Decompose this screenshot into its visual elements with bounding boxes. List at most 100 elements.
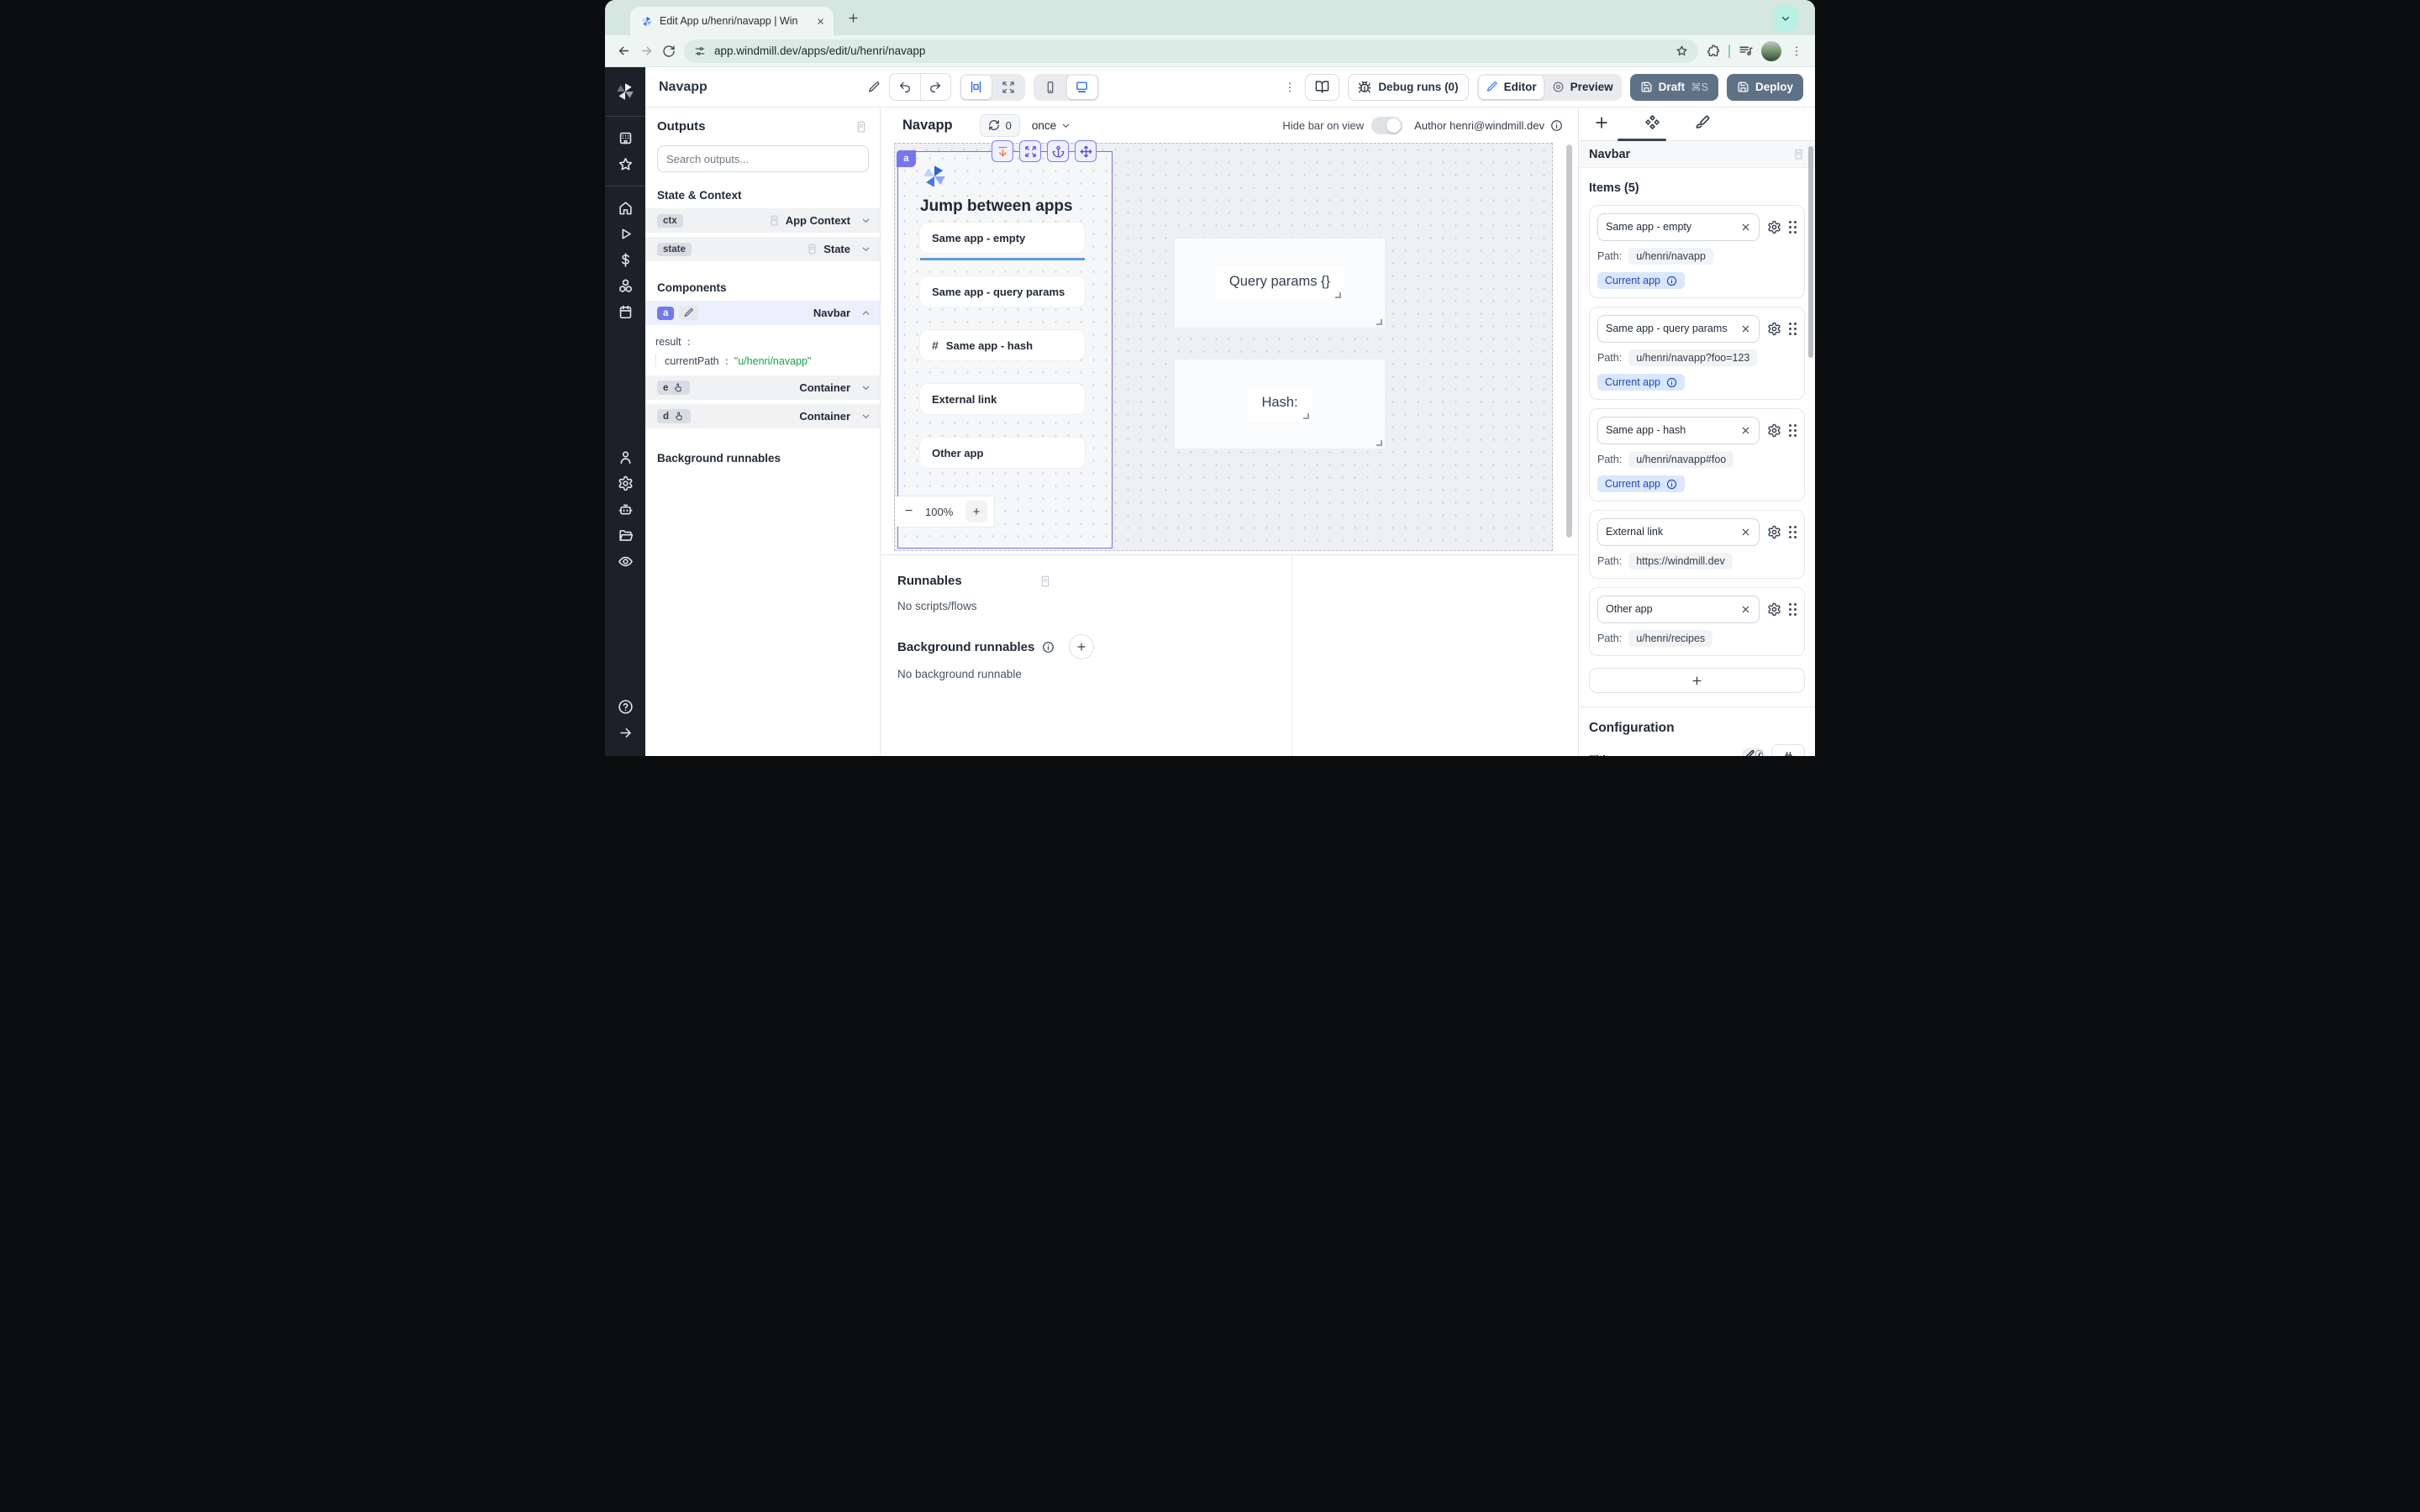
chevron-down-icon[interactable] [860, 215, 871, 226]
fill-height-handle[interactable] [992, 140, 1013, 162]
clear-label-icon[interactable] [1740, 604, 1751, 615]
forward-button[interactable] [639, 44, 654, 58]
pencil-icon[interactable] [679, 306, 698, 320]
canvas-scrollbar[interactable] [1566, 144, 1572, 548]
docs-button[interactable] [1305, 74, 1339, 101]
reload-button[interactable] [662, 45, 676, 58]
chevron-up-icon[interactable] [860, 307, 871, 318]
undo-button[interactable] [890, 74, 920, 100]
rail-home-icon[interactable] [618, 195, 634, 221]
back-button[interactable] [617, 44, 631, 58]
profile-avatar[interactable] [1761, 41, 1781, 61]
component-doc-icon[interactable] [1792, 148, 1805, 160]
output-row-state[interactable]: state State [645, 237, 880, 261]
browser-menu-icon[interactable] [1790, 45, 1803, 58]
mobile-view-button[interactable] [1035, 76, 1065, 99]
rail-workers-icon[interactable] [618, 496, 634, 522]
component-settings-tab[interactable] [1641, 114, 1663, 130]
anchor-handle[interactable] [1047, 140, 1069, 162]
rail-help-icon[interactable] [618, 694, 634, 720]
rail-folders-icon[interactable] [618, 522, 634, 549]
rail-variables-icon[interactable] [618, 247, 634, 273]
item-label-input[interactable]: External link [1597, 518, 1760, 546]
item-path[interactable]: u/henri/navapp#foo [1628, 451, 1733, 468]
rail-favorites-icon[interactable] [618, 151, 634, 177]
query-params-text-component[interactable]: Query params {} [1216, 266, 1344, 301]
output-row-ctx[interactable]: ctx App Context [645, 208, 880, 233]
item-path[interactable]: https://windmill.dev [1628, 553, 1733, 570]
item-settings-icon[interactable] [1767, 525, 1781, 539]
drag-handle-icon[interactable] [1789, 526, 1797, 538]
runnables-doc-icon[interactable] [1039, 575, 1052, 588]
site-settings-icon[interactable] [694, 45, 706, 57]
insert-component-tab[interactable] [1591, 114, 1612, 131]
add-background-runnable-button[interactable] [1069, 634, 1094, 659]
refresh-button[interactable]: 0 [980, 114, 1020, 137]
expand-handle[interactable] [1019, 140, 1041, 162]
debug-runs-button[interactable]: Debug runs (0) [1348, 74, 1468, 101]
clear-label-icon[interactable] [1740, 527, 1751, 538]
nav-item-other-app[interactable]: Other app [920, 438, 1085, 468]
hash-container[interactable]: Hash: [1174, 359, 1386, 449]
more-menu-icon[interactable] [1283, 81, 1297, 94]
item-settings-icon[interactable] [1767, 423, 1781, 438]
clear-label-icon[interactable] [1740, 222, 1751, 233]
nav-item-query-params[interactable]: Same app - query params [920, 276, 1085, 307]
drag-handle-icon[interactable] [1789, 221, 1797, 234]
editor-tab[interactable]: Editor [1479, 76, 1544, 99]
component-row-container-e[interactable]: e Container [645, 375, 880, 400]
resize-corner[interactable] [1376, 440, 1382, 446]
item-path[interactable]: u/henri/recipes [1628, 630, 1712, 647]
item-label-input[interactable]: Same app - query params [1597, 315, 1760, 343]
info-icon[interactable] [1666, 479, 1677, 490]
resize-corner[interactable] [1303, 413, 1309, 419]
search-outputs-input[interactable] [657, 145, 869, 172]
component-row-navbar[interactable]: a Navbar [645, 301, 880, 325]
drag-handle-icon[interactable] [1789, 323, 1797, 335]
resize-corner[interactable] [1376, 319, 1382, 325]
component-row-container-d[interactable]: d Container [645, 404, 880, 428]
media-controls-icon[interactable] [1739, 44, 1753, 58]
item-label-input[interactable]: Same app - empty [1597, 213, 1760, 241]
connect-input-button[interactable] [1771, 744, 1805, 756]
edit-title-pencil-icon[interactable] [867, 81, 881, 94]
rail-schedules-icon[interactable] [618, 299, 634, 325]
app-canvas[interactable]: a Jump between apps Same app - empty [881, 143, 1578, 554]
run-mode-dropdown[interactable]: once [1032, 119, 1071, 132]
chevron-down-icon[interactable] [860, 382, 871, 393]
rail-settings-icon[interactable] [618, 470, 634, 496]
info-icon[interactable] [1550, 119, 1563, 132]
url-bar[interactable]: app.windmill.dev/apps/edit/u/henri/navap… [684, 39, 1698, 63]
currentpath-key[interactable]: currentPath [665, 355, 719, 367]
info-icon[interactable] [1666, 276, 1677, 286]
hash-text-component[interactable]: Hash: [1248, 387, 1311, 422]
rail-resources-icon[interactable] [618, 273, 634, 299]
zoom-out-button[interactable]: − [905, 504, 913, 519]
item-path[interactable]: u/henri/navapp?foo=123 [1628, 349, 1757, 366]
settings-scrollbar[interactable] [1808, 146, 1813, 358]
outputs-doc-icon[interactable] [855, 120, 868, 134]
nav-item-external-link[interactable]: External link [920, 384, 1085, 414]
new-tab-button[interactable] [847, 12, 860, 24]
expression-mode-button[interactable]: ƒ [1755, 749, 1763, 756]
drag-handle-icon[interactable] [1789, 424, 1797, 437]
rail-audit-icon[interactable] [618, 549, 634, 575]
draft-button[interactable]: Draft ⌘S [1630, 74, 1718, 101]
add-navbar-item-button[interactable] [1589, 668, 1805, 693]
item-label-input[interactable]: Other app [1597, 596, 1760, 623]
nav-item-same-app-empty[interactable]: Same app - empty [920, 223, 1085, 253]
fullwidth-layout-button[interactable] [993, 76, 1023, 99]
item-settings-icon[interactable] [1767, 220, 1781, 234]
tab-close-icon[interactable] [816, 17, 825, 26]
resize-corner[interactable] [1335, 292, 1341, 298]
centered-layout-button[interactable] [961, 76, 992, 99]
result-key[interactable]: result [655, 336, 681, 348]
chevron-down-icon[interactable] [860, 411, 871, 422]
desktop-view-button[interactable] [1067, 76, 1097, 99]
rail-expand-icon[interactable] [618, 720, 634, 746]
drag-handle-icon[interactable] [1789, 603, 1797, 616]
navbar-component-selected[interactable]: a Jump between apps Same app - empty [897, 151, 1113, 549]
redo-button[interactable] [920, 74, 950, 100]
windmill-logo-icon[interactable] [614, 76, 636, 108]
rail-users-icon[interactable] [618, 444, 634, 470]
